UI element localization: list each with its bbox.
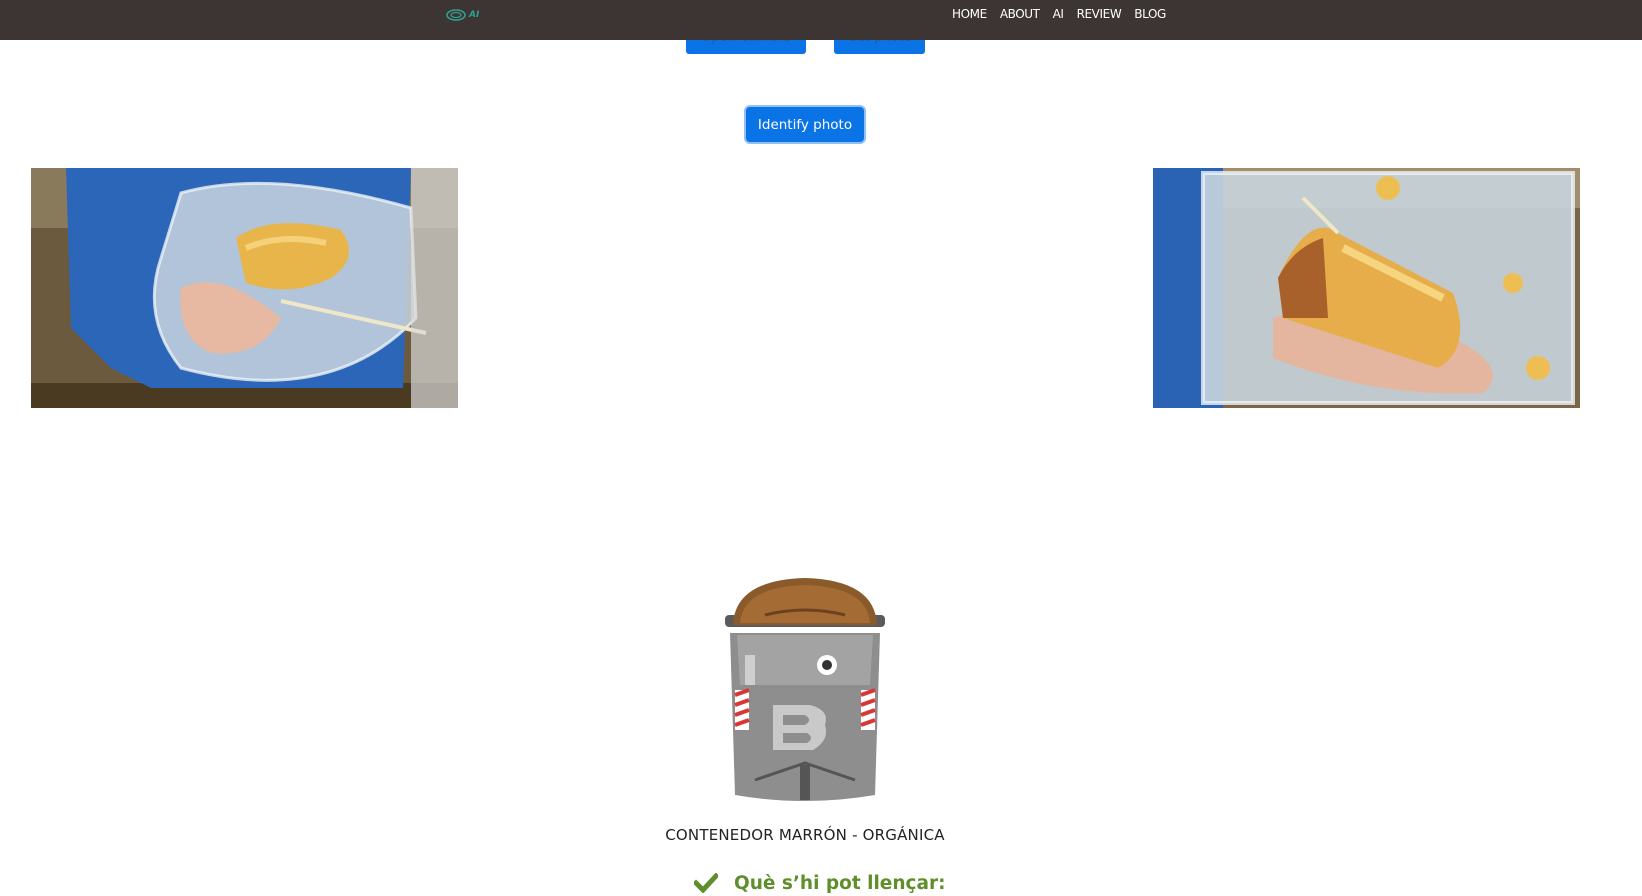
nav-link-ai[interactable]: AI (1053, 7, 1064, 21)
check-icon (694, 873, 718, 893)
what-can-be-thrown-label: Què s’hi pot llençar: (734, 872, 946, 894)
logo-text: AI (469, 10, 480, 20)
camera-photo (31, 168, 458, 408)
nav-link-review[interactable]: REVIEW (1077, 7, 1122, 21)
brown-container-image (715, 575, 895, 810)
logo-icon (446, 9, 466, 21)
site-logo[interactable]: AI (446, 8, 486, 22)
navbar: AI HOME ABOUT AI REVIEW BLOG (0, 0, 1642, 40)
nav-links: HOME ABOUT AI REVIEW BLOG (952, 0, 1179, 28)
captured-photo (1153, 168, 1580, 408)
nav-link-about[interactable]: ABOUT (1000, 7, 1040, 21)
nav-link-home[interactable]: HOME (952, 7, 987, 21)
what-can-be-thrown-section: Què s’hi pot llençar: (694, 870, 946, 896)
identify-photo-button[interactable]: Identify photo (746, 107, 864, 142)
nav-link-blog[interactable]: BLOG (1134, 7, 1166, 21)
container-title: CONTENEDOR MARRÓN - ORGÁNICA (665, 826, 945, 844)
